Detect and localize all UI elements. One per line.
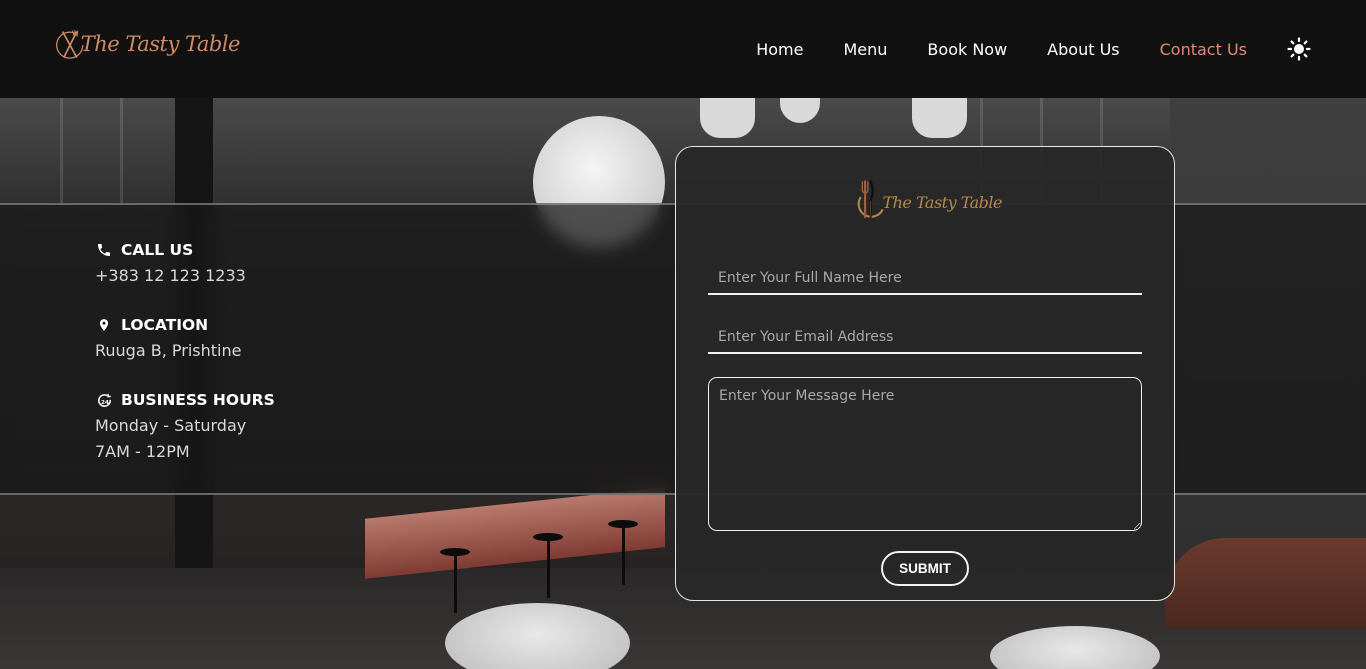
red-bench — [365, 487, 665, 579]
theme-toggle-button[interactable] — [1287, 37, 1311, 61]
nav-link-home[interactable]: Home — [756, 40, 803, 59]
clock-24-icon: 24 — [95, 391, 113, 409]
form-brand-name: The Tasty Table — [882, 192, 1002, 212]
nav-link-contact-us[interactable]: Contact Us — [1160, 40, 1247, 59]
full-name-input[interactable] — [708, 263, 1142, 295]
location-address: Ruuga B, Prishtine — [95, 341, 242, 360]
submit-button[interactable]: SUBMIT — [881, 551, 969, 586]
nav-link-menu[interactable]: Menu — [843, 40, 887, 59]
business-hours-title: BUSINESS HOURS — [121, 391, 275, 409]
sun-icon — [1287, 37, 1311, 61]
nav-link-about-us[interactable]: About Us — [1047, 40, 1119, 59]
message-textarea[interactable] — [708, 377, 1142, 531]
nav-link-book-now[interactable]: Book Now — [927, 40, 1007, 59]
svg-text:24: 24 — [100, 400, 108, 406]
brand-logo[interactable]: The Tasty Table — [55, 15, 241, 73]
form-logo: The Tasty Table — [852, 163, 1002, 241]
email-input[interactable] — [708, 322, 1142, 354]
call-us-block: CALL US +383 12 123 1233 — [95, 240, 246, 286]
site-header: The Tasty Table Home Menu Book Now About… — [0, 0, 1366, 98]
main-nav: Home Menu Book Now About Us Contact Us — [756, 0, 1366, 98]
location-title: LOCATION — [121, 316, 209, 334]
brand-name: The Tasty Table — [80, 32, 241, 56]
call-us-title: CALL US — [121, 241, 194, 259]
business-hours-block: 24 BUSINESS HOURS Monday - Saturday 7AM … — [95, 390, 275, 462]
business-time: 7AM - 12PM — [95, 442, 190, 461]
location-pin-icon — [95, 316, 113, 334]
business-days: Monday - Saturday — [95, 416, 247, 435]
phone-number: +383 12 123 1233 — [95, 266, 246, 285]
location-block: LOCATION Ruuga B, Prishtine — [95, 315, 241, 361]
fork-knife-logo-icon — [857, 180, 884, 219]
contact-form-card: The Tasty Table SUBMIT — [675, 146, 1175, 601]
phone-icon — [95, 241, 113, 259]
